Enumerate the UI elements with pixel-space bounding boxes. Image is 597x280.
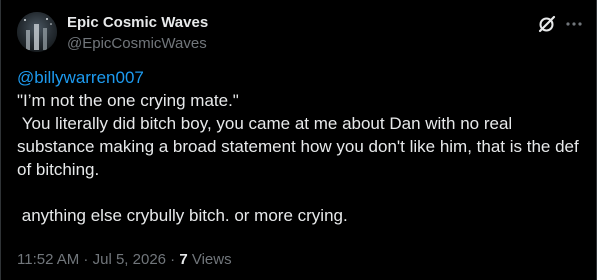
tweet-meta: 11:52 AM · Jul 5, 2026 · 7 Views: [17, 250, 232, 270]
tweet-card: Epic Cosmic Waves @EpicCosmicWaves @bill…: [0, 0, 597, 280]
tweet-text: @billywarren007 "I’m not the one crying …: [17, 66, 582, 227]
tweet-quote-line: "I’m not the one crying mate.": [17, 91, 239, 110]
tweet-time[interactable]: 11:52 AM: [17, 251, 79, 268]
author-handle[interactable]: @EpicCosmicWaves: [67, 35, 208, 53]
meta-separator: ·: [166, 251, 180, 268]
mention-link[interactable]: @billywarren007: [17, 66, 144, 89]
meta-separator: ·: [79, 251, 93, 268]
views-count[interactable]: 7: [179, 251, 187, 268]
tweet-paragraph-1: You literally did bitch boy, you came at…: [17, 114, 584, 179]
tweet-blank-line: ​: [17, 181, 582, 204]
cosmic-avatar-image: [17, 12, 57, 52]
more-icon[interactable]: [564, 14, 584, 34]
views-label[interactable]: Views: [188, 251, 232, 268]
grok-icon[interactable]: [537, 14, 557, 34]
author-display-name[interactable]: Epic Cosmic Waves: [67, 14, 208, 32]
tweet-paragraph-2: anything else crybully bitch. or more cr…: [17, 206, 348, 225]
tweet-date[interactable]: Jul 5, 2026: [93, 251, 166, 268]
avatar[interactable]: [17, 12, 57, 52]
author-block: Epic Cosmic Waves @EpicCosmicWaves: [67, 14, 208, 53]
